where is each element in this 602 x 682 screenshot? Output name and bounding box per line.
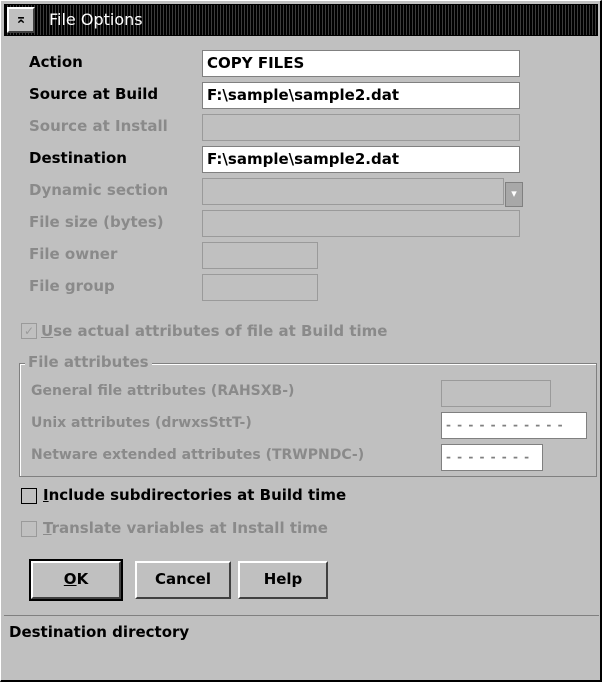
file-owner-label: File owner bbox=[29, 245, 118, 263]
cancel-button[interactable]: Cancel bbox=[135, 561, 231, 599]
unix-attributes-field: - - - - - - - - - - - bbox=[441, 412, 587, 439]
window-title: File Options bbox=[49, 10, 143, 29]
file-size-field bbox=[202, 210, 520, 237]
use-actual-attributes-checkbox: ✓ bbox=[21, 323, 37, 339]
file-group-label: File group bbox=[29, 277, 115, 295]
file-attributes-group-title: File attributes bbox=[25, 352, 152, 372]
netware-attributes-field: - - - - - - - - bbox=[441, 444, 543, 471]
destination-field[interactable]: F:\sample\sample2.dat bbox=[202, 146, 520, 173]
status-text: Destination directory bbox=[9, 623, 190, 641]
destination-label: Destination bbox=[29, 149, 127, 167]
source-build-label: Source at Build bbox=[29, 85, 159, 103]
file-group-field bbox=[202, 274, 318, 301]
source-build-field[interactable]: F:\sample\sample2.dat bbox=[202, 82, 520, 109]
source-install-field bbox=[202, 114, 520, 141]
system-menu-icon[interactable]: ⌅ bbox=[7, 7, 35, 33]
title-bar[interactable]: ⌅ File Options bbox=[4, 4, 598, 36]
use-actual-attributes-label: Use actual attributes of file at Build t… bbox=[41, 322, 388, 340]
file-owner-field bbox=[202, 242, 318, 269]
general-attributes-field bbox=[441, 380, 551, 407]
unix-attributes-label: Unix attributes (drwxsSttT-) bbox=[31, 415, 252, 431]
file-options-window: ⌅ File Options Action Source at Build So… bbox=[0, 0, 602, 682]
general-attributes-label: General file attributes (RAHSXB-) bbox=[31, 383, 295, 399]
action-label: Action bbox=[29, 53, 83, 71]
dynamic-section-combo bbox=[202, 178, 504, 205]
include-subdirectories-label[interactable]: Include subdirectories at Build time bbox=[43, 485, 346, 505]
help-button[interactable]: Help bbox=[238, 561, 328, 599]
status-bar: Destination directory bbox=[4, 615, 599, 679]
action-field[interactable]: COPY FILES bbox=[202, 50, 520, 77]
dynamic-section-label: Dynamic section bbox=[29, 181, 169, 199]
translate-variables-checkbox bbox=[21, 521, 37, 537]
chevron-down-icon: ▾ bbox=[505, 182, 523, 207]
source-install-label: Source at Install bbox=[29, 117, 168, 135]
netware-attributes-label: Netware extended attributes (TRWPNDC-) bbox=[31, 447, 365, 463]
ok-button[interactable]: OK bbox=[29, 559, 123, 601]
translate-variables-label: Translate variables at Install time bbox=[43, 519, 328, 537]
include-subdirectories-checkbox[interactable] bbox=[21, 488, 37, 504]
file-size-label: File size (bytes) bbox=[29, 213, 164, 231]
